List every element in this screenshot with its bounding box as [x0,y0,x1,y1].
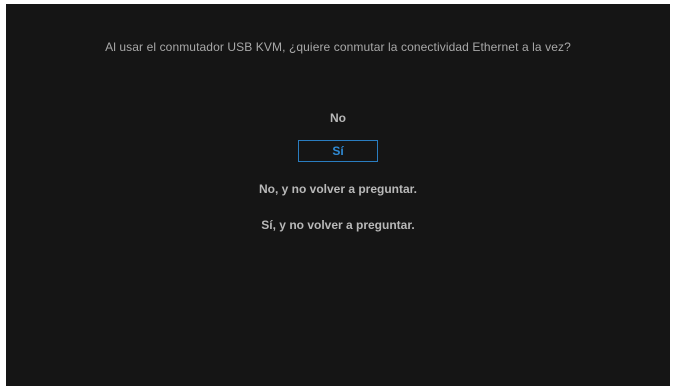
option-yes-dont-ask[interactable]: Sí, y no volver a preguntar. [261,218,414,232]
option-no-dont-ask[interactable]: No, y no volver a preguntar. [259,182,417,196]
osd-dialog: Al usar el conmutador USB KVM, ¿quiere c… [6,4,670,386]
option-no[interactable]: No [330,111,346,125]
option-yes[interactable]: Sí [298,140,378,162]
dialog-question: Al usar el conmutador USB KVM, ¿quiere c… [105,40,571,54]
